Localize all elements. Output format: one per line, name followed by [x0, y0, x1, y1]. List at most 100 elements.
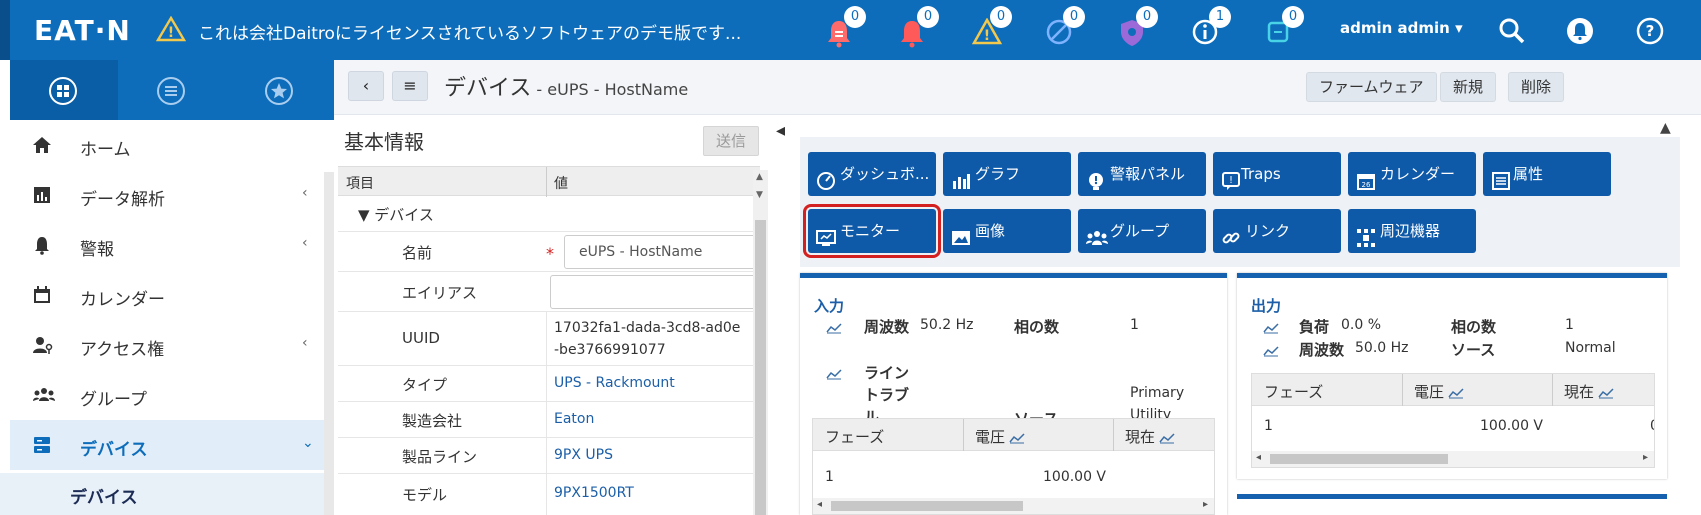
scroll-right-icon[interactable]: ▸ [1643, 452, 1648, 463]
type-link[interactable]: UPS - Rackmount [554, 375, 675, 391]
trend-icon[interactable] [1159, 430, 1175, 444]
bell-alarm-red-icon[interactable]: 0 [820, 6, 866, 52]
sidebar-item-label: グループ [80, 390, 147, 410]
collapse-up-icon[interactable]: ▲ [1660, 120, 1671, 136]
trend-icon[interactable] [1263, 345, 1279, 357]
tab-label: ダッシュボ... [840, 165, 930, 183]
cell-divider [546, 438, 547, 473]
tab-label: カレンダー [1380, 165, 1456, 183]
tab-calendar[interactable]: 26 カレンダー [1348, 152, 1476, 196]
trend-icon[interactable] [826, 322, 842, 334]
maker-link[interactable]: Eaton [554, 411, 594, 427]
trend-icon[interactable] [1448, 385, 1464, 399]
back-button[interactable]: ‹ [348, 71, 384, 101]
user-name: admin admin [1340, 19, 1450, 37]
sync-icon[interactable]: 0 [1258, 6, 1304, 52]
horizontal-scrollbar[interactable]: ◂ ▸ [813, 498, 1214, 514]
scroll-right-icon[interactable]: ▸ [1203, 499, 1208, 510]
tab-links[interactable]: リンク [1213, 209, 1341, 253]
grid-icon[interactable] [48, 76, 78, 110]
sidebar-scrollbar[interactable] [324, 172, 334, 515]
send-button[interactable]: 送信 [703, 126, 759, 156]
scroll-left-icon[interactable]: ◂ [817, 499, 822, 510]
badge-count: 0 [1282, 6, 1304, 28]
tab-graph[interactable]: グラフ [943, 152, 1071, 196]
trend-icon[interactable] [1263, 322, 1279, 334]
trend-icon[interactable] [826, 368, 842, 380]
disabled-icon[interactable]: 0 [1039, 6, 1085, 52]
tab-attributes[interactable]: 属性 [1483, 152, 1611, 196]
delete-button[interactable]: 削除 [1508, 72, 1565, 102]
source-value: Normal [1565, 340, 1616, 356]
list-icon [1491, 164, 1511, 208]
model-link[interactable]: 9PX1500RT [554, 485, 634, 501]
uuid-line2: -be3766991077 [554, 342, 666, 358]
warning-icon[interactable]: ! 0 [966, 6, 1012, 52]
alias-input[interactable] [550, 275, 760, 309]
star-icon[interactable] [264, 76, 294, 110]
help-icon[interactable]: ? [1636, 17, 1664, 49]
tab-label: 警報パネル [1110, 165, 1186, 183]
sidebar-item-devices[interactable]: デバイス ⌄ [10, 420, 334, 470]
output-card: 出力 負荷 0.0 % 相の数 1 周波数 50.0 Hz ソース Normal… [1237, 273, 1667, 479]
view-tabs: ダッシュボ... グラフ 警報パネル ! Traps 26 カレンダー 属性 モニタ… [800, 137, 1680, 267]
tab-images[interactable]: 画像 [943, 209, 1071, 253]
phases-value: 1 [1130, 317, 1139, 333]
scroll-thumb[interactable] [831, 501, 1023, 511]
freq-value: 50.0 Hz [1355, 340, 1409, 356]
svg-text:!: ! [1229, 175, 1233, 186]
svg-text:26: 26 [1362, 181, 1371, 189]
source-value-2: Utility [1130, 407, 1172, 418]
tab-traps[interactable]: ! Traps [1213, 152, 1341, 196]
user-menu[interactable]: admin admin ▾ [1340, 19, 1463, 37]
tab-groups[interactable]: グループ [1078, 209, 1206, 253]
line-trouble-label-2: トラブ [864, 386, 910, 404]
source-label: ソース [1451, 341, 1496, 359]
sidebar-item-access[interactable]: アクセス権 ‹ [10, 320, 334, 370]
tab-peripherals[interactable]: 周辺機器 [1348, 209, 1476, 253]
tab-label: モニター [840, 222, 901, 240]
sidebar-item-alarms[interactable]: 警報 ‹ [10, 220, 334, 270]
scroll-thumb[interactable] [1270, 454, 1448, 464]
eaton-logo[interactable]: EAT·N [34, 14, 131, 47]
new-button[interactable]: 新規 [1440, 72, 1497, 102]
notification-icon[interactable] [1566, 17, 1594, 49]
tab-alarm-panel[interactable]: 警報パネル [1078, 152, 1206, 196]
sidebar-subitem-devices[interactable]: デバイス [0, 473, 324, 515]
group-row[interactable]: ▼ デバイス [338, 196, 760, 232]
page-title-text: デバイス [444, 76, 532, 101]
firmware-button[interactable]: ファームウェア [1306, 72, 1437, 102]
trend-icon[interactable] [1009, 430, 1025, 444]
tab-dashboard[interactable]: ダッシュボ... [808, 152, 936, 196]
freq-label: 周波数 [864, 318, 910, 336]
shield-icon[interactable]: 0 [1112, 6, 1158, 52]
list-icon[interactable] [156, 76, 186, 110]
scroll-left-icon[interactable]: ◂ [1256, 452, 1261, 463]
scroll-up-icon[interactable]: ▲ [756, 172, 763, 182]
tab-monitor[interactable]: モニター [803, 204, 941, 258]
trend-icon[interactable] [1598, 385, 1614, 399]
product-line-link[interactable]: 9PX UPS [554, 447, 613, 463]
sidebar-item-groups[interactable]: グループ [10, 370, 334, 420]
row-label: タイプ [402, 376, 448, 394]
horizontal-scrollbar[interactable]: ◂ ▸ [1252, 451, 1654, 467]
sidebar-item-home[interactable]: ホーム [10, 120, 334, 170]
search-icon[interactable] [1498, 17, 1526, 49]
name-input[interactable]: eUPS - HostName [564, 235, 760, 269]
sidebar-item-calendar[interactable]: カレンダー [10, 270, 334, 320]
table-row: タイプ UPS - Rackmount [338, 366, 760, 402]
bell-red-icon[interactable]: 0 [893, 6, 939, 52]
output-phase-table: フェーズ 電圧 現在 1 100.00 V 0 ◂ ▸ [1251, 373, 1655, 468]
phases-value: 1 [1565, 317, 1574, 333]
scroll-thumb[interactable] [755, 220, 766, 515]
panel-scrollbar[interactable]: ▲ ▼ [753, 170, 768, 515]
menu-button[interactable]: ≡ [392, 71, 428, 101]
page-title: デバイス - eUPS - HostName [444, 70, 688, 102]
scroll-down-icon[interactable]: ▼ [756, 190, 763, 200]
col-current: 現在 [1564, 383, 1595, 401]
info-icon[interactable]: 1 [1185, 6, 1231, 52]
sidebar-item-analytics[interactable]: データ解析 ‹ [10, 170, 334, 220]
phases-label: 相の数 [1014, 318, 1060, 336]
collapse-panel-icon[interactable]: ◂ [776, 120, 785, 141]
phases-label: 相の数 [1451, 318, 1497, 336]
